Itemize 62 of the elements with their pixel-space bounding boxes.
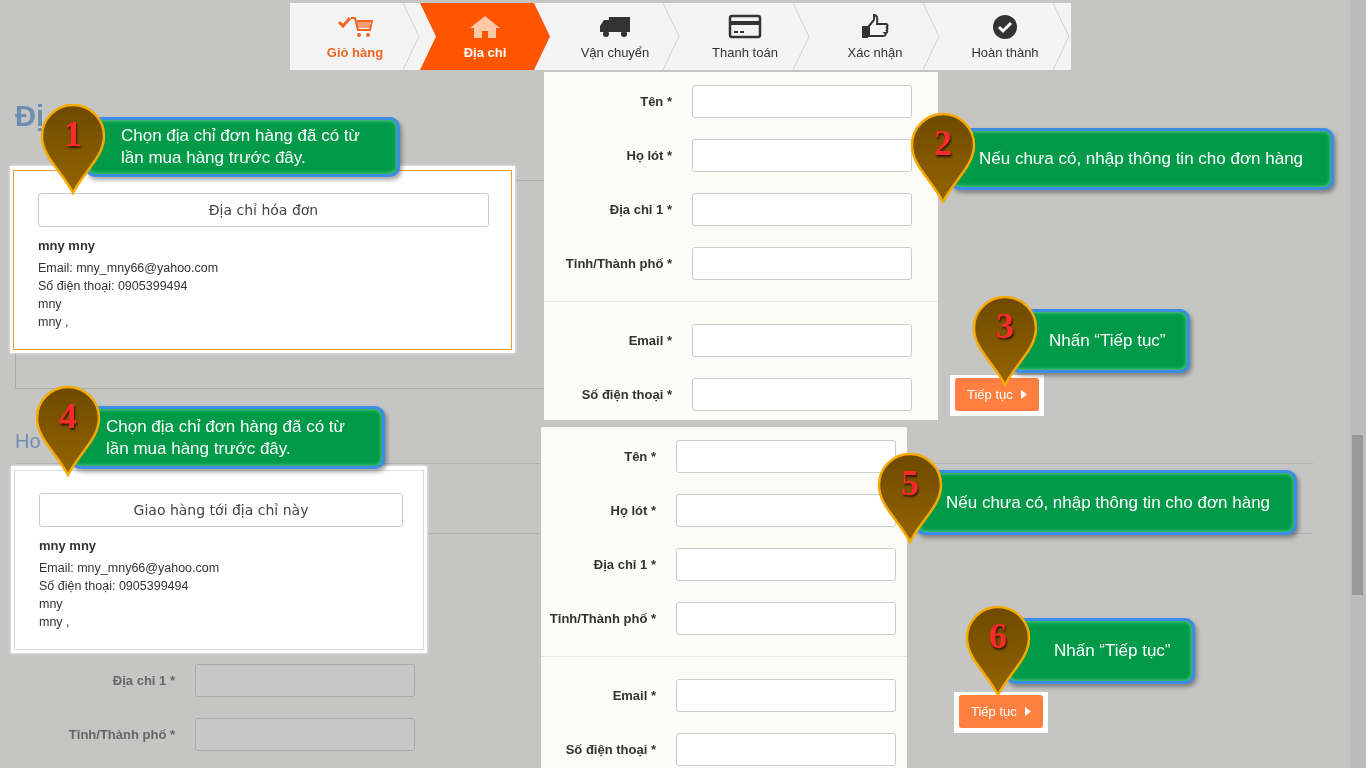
caret-icon: [1024, 707, 1031, 716]
address-line: Số điện thoại: 0905399494: [39, 578, 190, 595]
input-field[interactable]: [692, 193, 912, 226]
field-label: Số điện thoại *: [580, 387, 672, 402]
input-field[interactable]: [676, 733, 896, 766]
address-card[interactable]: Địa chỉ hóa đơn mny mny Email: mny_mny66@yahoo.com Số điện thoại: 0905399494 mny mny ,: [10, 166, 515, 353]
input-field[interactable]: [195, 664, 415, 697]
input-field[interactable]: [692, 139, 912, 172]
map-pin-icon: [910, 112, 976, 204]
customer-name: mny mny: [38, 237, 97, 255]
address-line: Email: mny_mny66@yahoo.com: [38, 260, 220, 277]
input-field[interactable]: [676, 548, 896, 581]
field-label: Họ lót *: [609, 503, 656, 518]
field-label: Tỉnh/Thành phố *: [548, 611, 656, 626]
input-field[interactable]: [692, 324, 912, 357]
address-line: mny ,: [39, 614, 71, 631]
field-label: Số điện thoại *: [564, 742, 656, 757]
field-label: Tên *: [639, 94, 672, 109]
address-line: mny: [38, 296, 63, 313]
field-label: Tỉnh/Thành phố *: [67, 727, 175, 742]
map-pin-icon: [877, 452, 943, 544]
address-line: Số điện thoại: 0905399494: [38, 278, 189, 295]
field-label: Địa chỉ 1 *: [592, 557, 656, 572]
scrollbar-thumb[interactable]: [1352, 435, 1363, 595]
input-field[interactable]: [195, 718, 415, 751]
address-line: mny: [39, 596, 64, 613]
page-heading: Đị: [15, 100, 44, 133]
customer-name: mny mny: [39, 537, 98, 555]
field-label: Tỉnh/Thành phố *: [564, 256, 672, 271]
input-field[interactable]: [692, 85, 912, 118]
input-field[interactable]: [676, 440, 896, 473]
input-field[interactable]: [692, 247, 912, 280]
chevron-icon: [403, 3, 420, 70]
step-number: 2: [933, 124, 953, 162]
field-label: Địa chỉ 1 *: [111, 673, 175, 688]
field-label: Tên *: [623, 449, 656, 464]
chevron-icon: [793, 3, 810, 70]
field-label: Email *: [611, 688, 656, 703]
field-label: Họ lót *: [625, 148, 672, 163]
credit-card-icon: [727, 13, 763, 41]
input-field[interactable]: [676, 494, 896, 527]
field-label: Email *: [627, 333, 672, 348]
field-label: Địa chỉ 1 *: [608, 202, 672, 217]
address-card[interactable]: Giao hàng tới địa chỉ này mny mny Email: mny_mny66@yahoo.com Số điện thoại: 0905399494 mny mny ,: [11, 466, 427, 653]
address-line: Email: mny_mny66@yahoo.com: [39, 560, 221, 577]
map-pin-icon: [40, 103, 106, 195]
callout-text: Chọn địa chỉ đơn hàng đã có từ lần mua hàng trước đây.: [85, 117, 400, 177]
map-pin-icon: [972, 295, 1038, 387]
step-number: 6: [988, 617, 1008, 655]
input-field[interactable]: [692, 378, 912, 411]
address-line: mny ,: [38, 314, 70, 331]
section-heading: Ho: [15, 430, 41, 453]
step-number: 1: [63, 115, 83, 153]
address-button[interactable]: Giao hàng tới địa chỉ này: [39, 493, 403, 527]
input-field[interactable]: [676, 602, 896, 635]
caret-icon: [1020, 390, 1027, 399]
address-button[interactable]: Địa chỉ hóa đơn: [38, 193, 489, 227]
chevron-icon: [663, 3, 680, 70]
input-field[interactable]: [676, 679, 896, 712]
map-pin-icon: [965, 605, 1031, 697]
chevron-icon: [923, 3, 940, 70]
chevron-icon: [1053, 3, 1070, 70]
